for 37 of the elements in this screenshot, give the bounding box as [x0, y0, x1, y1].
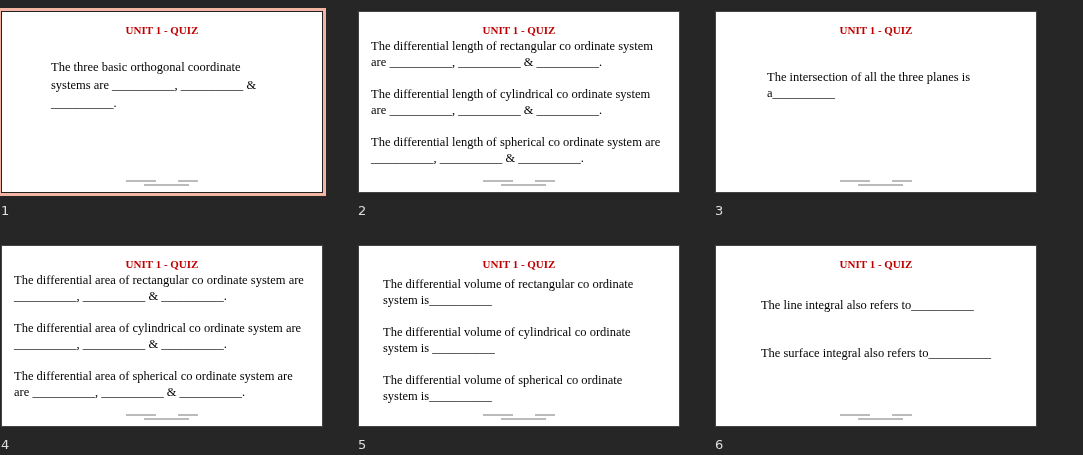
slide-number: 5 — [358, 437, 367, 452]
question-text: The differential length of spherical co ordinate system are __________, __________ & __________. — [371, 134, 662, 166]
footer-drawing — [483, 414, 555, 420]
slide-title: UNIT 1 - QUIZ — [125, 24, 199, 36]
slide-thumbnail[interactable] — [1, 245, 323, 427]
question-text: The differential volume of rectangular co ordinate system is__________ — [383, 276, 635, 308]
question-text: The differential area of rectangular co ordinate system are __________, __________ & __________. — [14, 272, 305, 304]
slide-title: UNIT 1 - QUIZ — [482, 258, 556, 270]
question-text: The differential volume of cylindrical co ordinate system is __________ — [383, 324, 632, 356]
slide-number: 2 — [358, 203, 367, 218]
footer-drawing — [126, 180, 198, 186]
question-text: The surface integral also refers to__________ — [760, 345, 992, 361]
slide-title: UNIT 1 - QUIZ — [839, 24, 913, 36]
slide-thumbnail[interactable] — [358, 11, 680, 193]
question-text: The intersection of all the three planes is a__________ — [767, 69, 972, 101]
question-text: The three basic orthogonal coordinate systems are __________, __________ & __________. — [51, 59, 258, 112]
question-text: The differential volume of spherical co ordinate system is__________ — [383, 372, 624, 404]
footer-drawing — [126, 414, 198, 420]
slide-number: 4 — [1, 437, 10, 452]
slide-number: 3 — [715, 203, 724, 218]
slide-thumbnail[interactable]: UNIT 1 - QUIZ The intersection of all the three planes is a__________ — [715, 11, 1037, 193]
slide-title: UNIT 1 - QUIZ — [125, 258, 199, 270]
slide-title: UNIT 1 - QUIZ — [839, 258, 913, 270]
slide-thumbnail[interactable]: UNIT 1 - QUIZ The three basic orthogonal coordinate systems are __________, __________ & __________. — [1, 11, 323, 193]
slide-thumbnail[interactable] — [358, 245, 680, 427]
slide-number: 6 — [715, 437, 724, 452]
question-text: The differential length of cylindrical co ordinate system are __________, __________ & __________. — [371, 86, 652, 118]
question-text: The differential length of rectangular co ordinate system are __________, __________ & __________. — [371, 38, 654, 70]
question-text: The differential area of cylindrical co ordinate system are __________, __________ & __________. — [14, 320, 303, 352]
slide-title: UNIT 1 - QUIZ — [482, 24, 556, 36]
slide-thumbnail[interactable]: UNIT 1 - QUIZ The line integral also refers to__________ The surface integral also refers to__________ — [715, 245, 1037, 427]
slide-number: 1 — [1, 203, 10, 218]
footer-drawing — [483, 180, 555, 186]
question-text: The line integral also refers to__________ — [760, 297, 975, 313]
question-text: The differential area of spherical co ordinate system are are __________, __________ & __________. — [14, 368, 294, 400]
footer-drawing — [840, 180, 912, 186]
footer-drawing — [840, 414, 912, 420]
